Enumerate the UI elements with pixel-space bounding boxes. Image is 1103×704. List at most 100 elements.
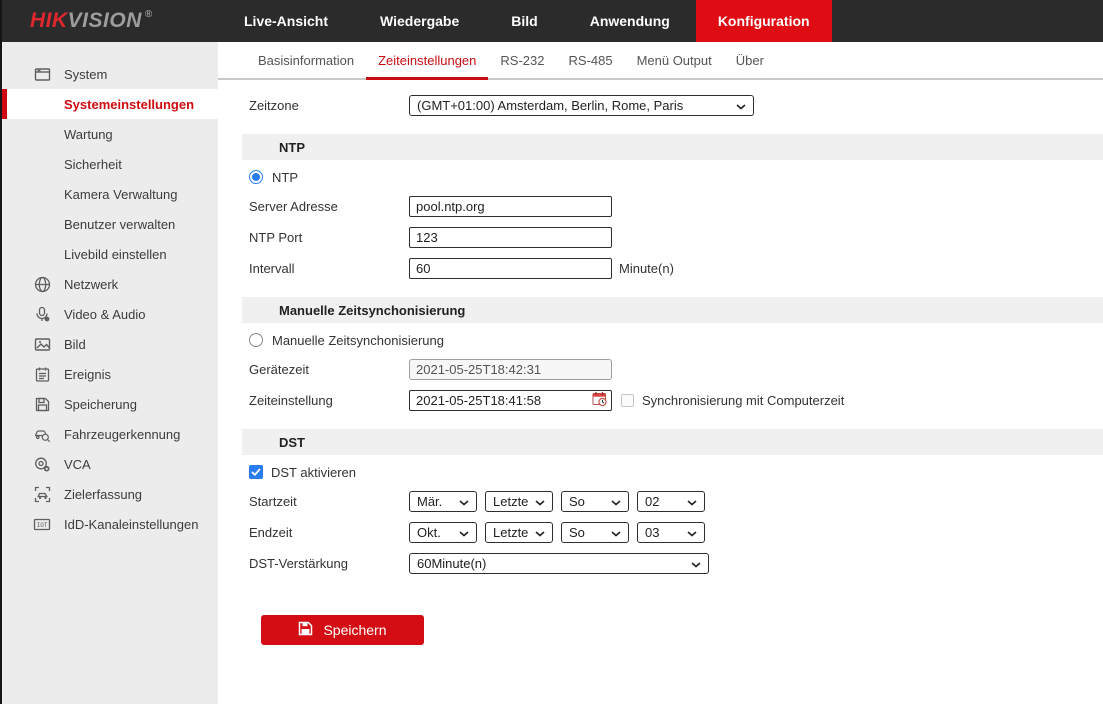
server-address-label: Server Adresse [249,199,409,214]
vca-icon [33,456,51,473]
logo-vision: VISION [68,9,142,33]
ntp-radio-label: NTP [272,170,298,185]
sidebar-item-zielerfassung[interactable]: Zielerfassung [2,479,218,509]
dst-start-hour-select[interactable]: 02 [637,491,705,512]
sidebar-item-sicherheit[interactable]: Sicherheit [2,149,218,179]
tab-ueber[interactable]: Über [724,53,776,78]
tab-rs-232[interactable]: RS-232 [488,53,556,78]
selected-value: 02 [645,494,659,509]
nav-bild[interactable]: Bild [485,0,563,42]
nav-live-ansicht[interactable]: Live-Ansicht [218,0,354,42]
sidebar-item-label: Benutzer verwalten [64,217,175,232]
dst-end-label: Endzeit [249,525,409,540]
selected-value: Mär. [417,494,442,509]
vehicle-detection-icon [33,426,51,443]
dst-enable-label: DST aktivieren [271,465,356,480]
dst-start-day-select[interactable]: So [561,491,629,512]
selected-value: 03 [645,525,659,540]
sidebar-item-wartung[interactable]: Wartung [2,119,218,149]
sidebar-item-livebild-einstellen[interactable]: Livebild einstellen [2,239,218,269]
sidebar-item-systemeinstellungen[interactable]: Systemeinstellungen [2,89,218,119]
dst-start-label: Startzeit [249,494,409,509]
sidebar-item-netzwerk[interactable]: Netzwerk [2,269,218,299]
chevron-down-icon [736,98,746,113]
dst-end-day-select[interactable]: So [561,522,629,543]
tab-basisinformation[interactable]: Basisinformation [246,53,366,78]
manual-sync-radio[interactable] [249,333,263,347]
target-capture-icon [33,486,51,503]
sidebar-item-label: Fahrzeugerkennung [64,427,180,442]
dst-end-week-select[interactable]: Letzte [485,522,553,543]
dst-start-week-select[interactable]: Letzte [485,491,553,512]
chevron-down-icon [691,556,701,571]
nav-konfiguration[interactable]: Konfiguration [696,0,832,42]
logo-registered-mark: ® [145,9,153,20]
timezone-select[interactable]: (GMT+01:00) Amsterdam, Berlin, Rome, Par… [409,95,754,116]
sidebar-item-label: Zielerfassung [64,487,142,502]
calendar-icon[interactable] [592,391,608,410]
event-icon [33,366,51,383]
sidebar-item-vca[interactable]: VCA [2,449,218,479]
dst-end-month-select[interactable]: Okt. [409,522,477,543]
sidebar: System Systemeinstellungen Wartung Siche… [2,42,218,704]
chevron-down-icon [535,494,545,509]
logo-hik: HIK [30,9,68,33]
network-icon [33,276,51,293]
nav-anwendung[interactable]: Anwendung [564,0,696,42]
chevron-down-icon [459,494,469,509]
ntp-radio[interactable] [249,170,263,184]
sync-computer-time-checkbox[interactable] [621,394,634,407]
nav-wiedergabe[interactable]: Wiedergabe [354,0,485,42]
interval-input[interactable] [409,258,612,279]
dst-enable-checkbox[interactable] [249,465,263,479]
hikvision-logo: HIKVISION® [2,0,218,42]
save-button-label: Speichern [323,622,386,638]
save-button[interactable]: Speichern [261,615,424,645]
sidebar-item-fahrzeugerkennung[interactable]: Fahrzeugerkennung [2,419,218,449]
set-time-input[interactable]: 2021-05-25T18:41:58 [409,390,612,411]
device-time-label: Gerätezeit [249,362,409,377]
selected-value: 60Minute(n) [417,556,486,571]
sidebar-item-label: Systemeinstellungen [64,97,194,112]
sidebar-item-speicherung[interactable]: Speicherung [2,389,218,419]
image-icon [33,336,51,353]
top-nav-bar: HIKVISION® Live-Ansicht Wiedergabe Bild … [2,0,1103,42]
sidebar-item-benutzer-verwalten[interactable]: Benutzer verwalten [2,209,218,239]
dst-offset-select[interactable]: 60Minute(n) [409,553,709,574]
save-icon [298,621,313,639]
system-icon [33,66,51,83]
manual-sync-section-header: Manuelle Zeitsynchonisierung [242,297,1103,323]
top-nav: Live-Ansicht Wiedergabe Bild Anwendung K… [218,0,832,42]
dst-offset-label: DST-Verstärkung [249,556,409,571]
sidebar-item-system[interactable]: System [2,59,218,89]
sidebar-item-bild[interactable]: Bild [2,329,218,359]
sidebar-item-label: Kamera Verwaltung [64,187,177,202]
sidebar-item-label: Video & Audio [64,307,145,322]
tab-rs-485[interactable]: RS-485 [556,53,624,78]
chevron-down-icon [611,525,621,540]
manual-sync-radio-label: Manuelle Zeitsynchonisierung [272,333,444,348]
tab-menu-output[interactable]: Menü Output [625,53,724,78]
ntp-port-input[interactable] [409,227,612,248]
sidebar-item-label: System [64,67,107,82]
tab-zeiteinstellungen[interactable]: Zeiteinstellungen [366,53,488,80]
sidebar-item-idd-kanaleinstellungen[interactable]: IOT IdD-Kanaleinstellungen [2,509,218,539]
sidebar-item-label: Sicherheit [64,157,122,172]
dst-end-hour-select[interactable]: 03 [637,522,705,543]
hikvision-config-page: HIKVISION® Live-Ansicht Wiedergabe Bild … [0,0,1103,704]
video-audio-icon [33,306,51,323]
sync-computer-time-label: Synchronisierung mit Computerzeit [642,393,844,408]
sidebar-item-video-audio[interactable]: Video & Audio [2,299,218,329]
dst-start-month-select[interactable]: Mär. [409,491,477,512]
sidebar-item-label: Ereignis [64,367,111,382]
chevron-down-icon [687,494,697,509]
selected-value: Okt. [417,525,441,540]
settings-tab-bar: Basisinformation Zeiteinstellungen RS-23… [218,42,1103,80]
selected-value: Letzte [493,525,528,540]
sidebar-item-kamera-verwaltung[interactable]: Kamera Verwaltung [2,179,218,209]
sidebar-item-label: Netzwerk [64,277,118,292]
svg-text:IOT: IOT [37,521,48,528]
set-time-label: Zeiteinstellung [249,393,409,408]
server-address-input[interactable] [409,196,612,217]
sidebar-item-ereignis[interactable]: Ereignis [2,359,218,389]
